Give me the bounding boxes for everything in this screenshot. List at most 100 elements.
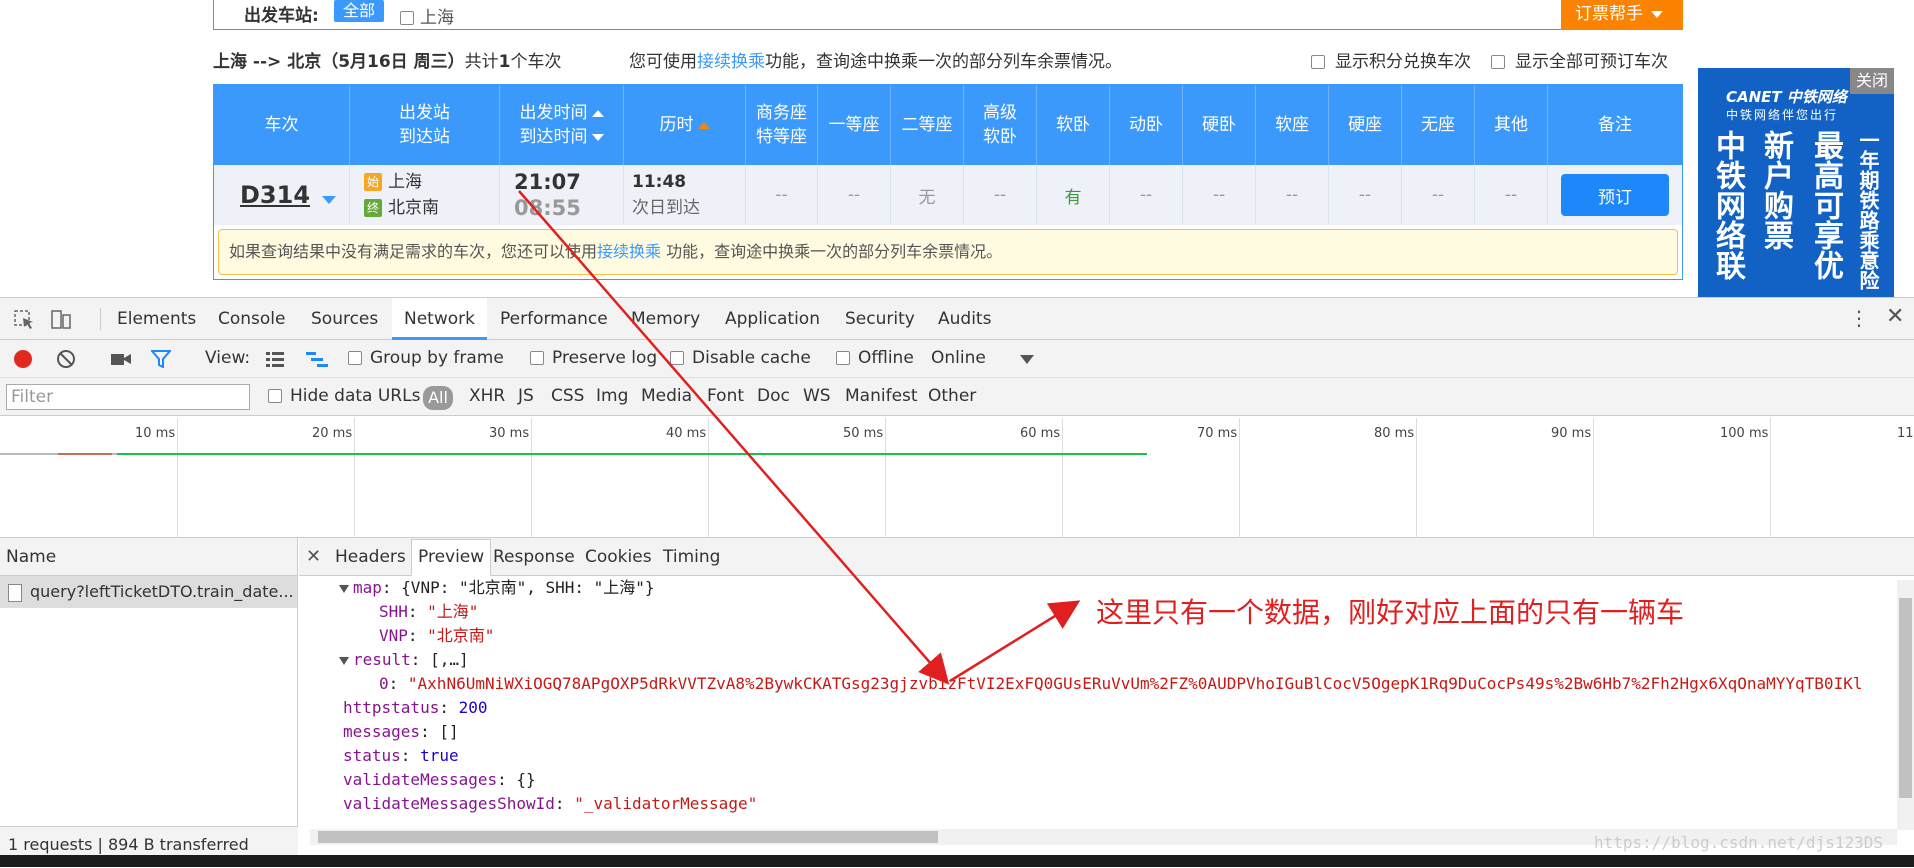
checkbox-icon[interactable] — [1311, 55, 1325, 69]
timeline-gridline — [1770, 418, 1771, 538]
clear-icon[interactable] — [56, 349, 76, 369]
tab-audits[interactable]: Audits — [938, 298, 991, 340]
preserve-log-label: Preserve log — [552, 348, 658, 368]
scroll-thumb[interactable] — [318, 831, 938, 843]
train-number-link[interactable]: D314 — [240, 181, 310, 209]
tab-cookies[interactable]: Cookies — [585, 538, 652, 576]
col-times[interactable]: 出发时间 到达时间 — [500, 85, 624, 165]
tab-timing[interactable]: Timing — [663, 538, 720, 576]
throttle-value: Online — [931, 348, 986, 368]
col-soft-sleeper: 软卧 — [1037, 85, 1110, 165]
chevron-down-icon[interactable] — [1020, 355, 1034, 364]
json-result-line[interactable]: result: [,…] — [339, 648, 1896, 672]
filter-ws[interactable]: WS — [803, 386, 831, 406]
show-points-trains-option[interactable]: 显示积分兑换车次 — [1311, 47, 1471, 72]
waterfall-view-icon[interactable] — [305, 350, 329, 368]
col-duration[interactable]: 历时 — [624, 85, 746, 165]
col-dep-sort[interactable]: 出发时间 — [520, 101, 604, 125]
request-row[interactable]: query?leftTicketDTO.train_date... — [0, 576, 297, 608]
json-result-item: 0: "AxhN6UmNiWXiOGQ78APgOXP5dRkVVTZvA8%2… — [379, 674, 1863, 693]
ad-text-col4: 一年期铁路乘意险 — [1856, 130, 1880, 290]
filter-other[interactable]: Other — [928, 386, 976, 406]
tab-performance[interactable]: Performance — [500, 298, 608, 340]
checkbox-icon[interactable] — [670, 351, 684, 365]
checkbox-icon[interactable] — [348, 351, 362, 365]
throttle-select[interactable]: Online — [931, 348, 986, 368]
book-button[interactable]: 预订 — [1561, 174, 1669, 216]
transfer-link[interactable]: 接续换乘 — [697, 52, 765, 72]
show-all-bookable-option[interactable]: 显示全部可预订车次 — [1491, 47, 1668, 72]
tab-response[interactable]: Response — [493, 538, 575, 576]
hide-data-urls-label: Hide data URLs — [290, 386, 421, 406]
group-by-frame-checkbox[interactable]: Group by frame — [348, 348, 504, 368]
checkbox-icon[interactable] — [268, 389, 282, 403]
scroll-thumb[interactable] — [1899, 598, 1912, 798]
tab-elements[interactable]: Elements — [117, 298, 196, 340]
filter-img[interactable]: Img — [596, 386, 628, 406]
tab-memory[interactable]: Memory — [631, 298, 700, 340]
other-cell: -- — [1475, 165, 1548, 225]
filter-css[interactable]: CSS — [551, 386, 584, 406]
inspect-element-icon[interactable] — [14, 310, 36, 330]
route-summary: 上海 --> 北京（5月16日 周三）共计1个车次 — [213, 47, 561, 72]
expand-triangle-icon[interactable] — [339, 584, 349, 593]
filter-all[interactable]: All — [423, 386, 453, 410]
timeline-tick-label: 100 ms — [1720, 426, 1769, 441]
train-cell[interactable]: D314 — [214, 165, 350, 225]
station-filter-bar: 出发车站: 全部 上海 订票帮手 — [213, 0, 1683, 30]
notice-transfer-link[interactable]: 接续换乘 — [597, 242, 661, 261]
hide-data-urls-checkbox[interactable]: Hide data URLs — [268, 386, 420, 406]
tab-security[interactable]: Security — [845, 298, 915, 340]
tab-application[interactable]: Application — [725, 298, 820, 340]
tab-headers[interactable]: Headers — [335, 538, 406, 576]
chevron-down-icon[interactable] — [322, 196, 337, 204]
preserve-log-checkbox[interactable]: Preserve log — [530, 348, 657, 368]
tab-network[interactable]: Network — [392, 298, 487, 340]
from-station-label[interactable]: 上海 — [388, 172, 422, 192]
col-business: 商务座 特等座 — [746, 85, 818, 165]
name-column-header[interactable]: Name — [0, 538, 297, 576]
all-stations-chip[interactable]: 全部 — [334, 0, 384, 22]
json-key: SHH — [379, 602, 408, 621]
booking-helper-button[interactable]: 订票帮手 — [1561, 0, 1683, 30]
devtools-tab-bar: Elements Console Sources Network Perform… — [0, 298, 1914, 340]
tab-sources[interactable]: Sources — [311, 298, 378, 340]
col-hard-sleeper: 硬卧 — [1183, 85, 1256, 165]
col-arr-label: 到达时间 — [519, 127, 588, 147]
network-timeline[interactable]: 10 ms 20 ms 30 ms 40 ms 50 ms 60 ms 70 m… — [0, 418, 1914, 538]
filter-media[interactable]: Media — [641, 386, 692, 406]
station-checkbox-shanghai[interactable]: 上海 — [400, 3, 454, 28]
checkbox-icon[interactable] — [1491, 55, 1505, 69]
tab-console[interactable]: Console — [218, 298, 286, 340]
camera-icon[interactable] — [110, 351, 132, 367]
checkbox-icon[interactable] — [836, 351, 850, 365]
disable-cache-checkbox[interactable]: Disable cache — [670, 348, 811, 368]
device-toolbar-icon[interactable] — [50, 310, 72, 330]
col-arr-sort[interactable]: 到达时间 — [520, 125, 604, 149]
ad-close-button[interactable]: 关闭 — [1850, 68, 1894, 94]
list-view-icon[interactable] — [265, 350, 285, 368]
filter-input[interactable]: Filter — [6, 384, 250, 410]
timeline-tick-label: 70 ms — [1197, 426, 1238, 441]
offline-checkbox[interactable]: Offline — [836, 348, 914, 368]
close-icon[interactable]: ✕ — [306, 546, 321, 567]
more-options-icon[interactable]: ⋮ — [1849, 306, 1869, 330]
to-station-label[interactable]: 北京南 — [388, 198, 439, 218]
checkbox-icon[interactable] — [530, 351, 544, 365]
expand-triangle-icon[interactable] — [339, 656, 349, 665]
checkbox-icon[interactable] — [400, 11, 414, 25]
tab-preview[interactable]: Preview — [411, 539, 492, 576]
filter-doc[interactable]: Doc — [757, 386, 790, 406]
col-business-label: 商务座 — [756, 103, 807, 123]
preview-vertical-scrollbar[interactable] — [1897, 580, 1914, 830]
close-icon[interactable]: ✕ — [1886, 304, 1904, 329]
filter-icon[interactable] — [151, 350, 171, 368]
json-value: {VNP: "北京南", SHH: "上海"} — [401, 578, 655, 597]
filter-xhr[interactable]: XHR — [469, 386, 505, 406]
filter-manifest[interactable]: Manifest — [845, 386, 918, 406]
timeline-tick-label: 80 ms — [1374, 426, 1415, 441]
filter-font[interactable]: Font — [707, 386, 744, 406]
side-advertisement[interactable]: 关闭 CANET 中铁网络 中铁网络伴您出行 中铁网络联 新户购票 最高可享优 … — [1698, 68, 1894, 297]
filter-js[interactable]: JS — [518, 386, 534, 406]
record-icon[interactable] — [14, 350, 32, 368]
